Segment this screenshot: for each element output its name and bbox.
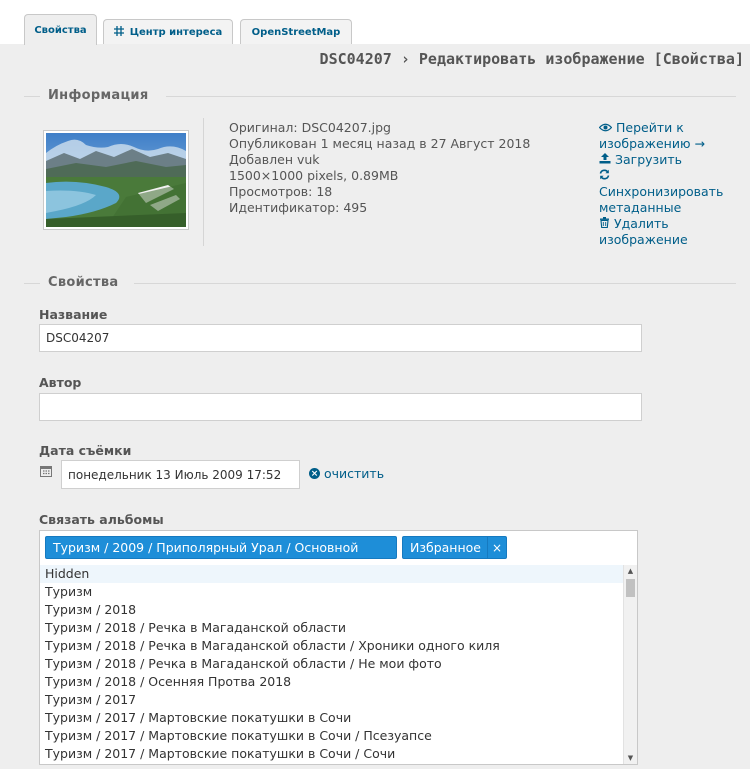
selected-album-chip[interactable]: Туризм / 2009 / Приполярный Урал / Основ…	[45, 536, 397, 559]
album-option[interactable]: Туризм / 2017 / Мартовские покатушки в С…	[40, 727, 623, 745]
scroll-down-icon[interactable]: ▼	[624, 752, 637, 764]
info-added-by: Добавлен vuk	[229, 152, 320, 167]
view-image-link[interactable]: Перейти к изображению →	[598, 120, 739, 152]
album-option[interactable]: Туризм / 2017 / Мартовские покатушки в С…	[40, 745, 623, 763]
info-id: Идентификатор: 495	[229, 200, 368, 215]
info-original: Оригинал: DSC04207.jpg	[229, 120, 391, 135]
selected-album-label: Туризм / 2009 / Приполярный Урал / Основ…	[53, 540, 359, 555]
albums-multiselect[interactable]: Туризм / 2009 / Приполярный Урал / Основ…	[39, 530, 638, 765]
props-legend: Свойства	[48, 275, 119, 290]
image-info: Оригинал: DSC04207.jpg Опубликован 1 мес…	[229, 120, 530, 216]
close-circle-icon: ×	[309, 468, 320, 479]
upload-label: Загрузить	[614, 152, 682, 167]
upload-link[interactable]: Загрузить	[599, 152, 739, 168]
tab-openstreetmap[interactable]: OpenStreetMap	[240, 19, 352, 44]
author-label: Автор	[39, 375, 82, 390]
page: Свойства Центр интереса OpenStreetMap DS…	[0, 0, 750, 769]
info-divider	[203, 118, 204, 246]
tab-label: OpenStreetMap	[251, 26, 341, 38]
delete-label-2: изображение	[599, 232, 688, 247]
tab-label: Свойства	[34, 24, 87, 36]
props-rule-left	[24, 283, 40, 284]
upload-icon	[599, 152, 615, 167]
info-dimensions: 1500×1000 pixels, 0.89MB	[229, 168, 399, 183]
album-option[interactable]: Туризм	[40, 583, 623, 601]
tab-bar: Свойства Центр интереса OpenStreetMap	[0, 0, 750, 45]
crosshair-icon	[113, 25, 124, 39]
info-legend: Информация	[48, 88, 149, 103]
refresh-icon	[599, 168, 610, 183]
info-rule-left	[24, 96, 40, 97]
sync-metadata-link[interactable]: Синхронизировать метаданные	[599, 168, 739, 216]
scroll-up-icon[interactable]: ▲	[624, 565, 637, 577]
album-list-scrollbar[interactable]: ▲ ▼	[623, 565, 637, 764]
sync-label-2: метаданные	[599, 200, 682, 215]
album-option[interactable]: Туризм / 2017	[40, 691, 623, 709]
image-actions: Перейти к изображению → Загрузить Синхро…	[598, 120, 739, 248]
image-thumbnail[interactable]	[43, 130, 189, 230]
eye-icon	[598, 120, 616, 135]
info-published: Опубликован 1 месяц назад в 27 Август 20…	[229, 136, 531, 151]
delete-label-1: Удалить	[613, 216, 669, 231]
album-options-list: Hidden Туризм Туризм / 2018 Туризм / 201…	[40, 565, 623, 764]
props-rule-right	[134, 283, 736, 284]
selected-album-chip[interactable]: Избранное ×	[402, 536, 507, 559]
album-option[interactable]: Туризм / 2018	[40, 601, 623, 619]
album-option[interactable]: Туризм / 2018 / Речка в Магаданской обла…	[40, 655, 623, 673]
clear-date-label: очистить	[324, 466, 385, 481]
page-title: DSC04207 › Редактировать изображение [Св…	[319, 50, 744, 68]
album-option[interactable]: Hidden	[40, 565, 623, 583]
name-label: Название	[39, 307, 108, 322]
albums-label: Связать альбомы	[39, 512, 164, 527]
view-image-label-1: Перейти к	[615, 120, 684, 135]
selected-album-label: Избранное	[410, 540, 481, 555]
album-option[interactable]: Туризм / 2017 / Мартовские покатушки в С…	[40, 709, 623, 727]
album-option[interactable]: Туризм / 2018 / Речка в Магаданской обла…	[40, 637, 623, 655]
calendar-icon[interactable]	[40, 465, 52, 480]
scrollbar-thumb[interactable]	[626, 579, 635, 597]
author-field[interactable]	[39, 393, 642, 421]
tab-properties[interactable]: Свойства	[24, 14, 97, 45]
info-rule-right	[166, 96, 736, 97]
view-image-label-2: изображению →	[599, 136, 705, 151]
sync-label-1: Синхронизировать	[599, 184, 724, 199]
album-option[interactable]: Туризм / 2018 / Речка в Магаданской обла…	[40, 619, 623, 637]
selected-albums: Туризм / 2009 / Приполярный Урал / Основ…	[40, 531, 637, 565]
tab-center-of-interest[interactable]: Центр интереса	[103, 19, 233, 44]
name-field[interactable]: DSC04207	[39, 324, 642, 352]
info-views: Просмотров: 18	[229, 184, 333, 199]
remove-album-icon[interactable]: ×	[487, 537, 506, 558]
date-label: Дата съёмки	[39, 443, 132, 458]
tab-label: Центр интереса	[129, 26, 223, 38]
date-field[interactable]: понедельник 13 Июль 2009 17:52	[61, 460, 300, 489]
clear-date-button[interactable]: × очистить	[309, 466, 384, 481]
trash-icon	[599, 216, 614, 231]
landscape-thumbnail-image	[46, 133, 186, 227]
delete-image-link[interactable]: Удалить изображение	[599, 216, 739, 248]
album-option[interactable]: Туризм / 2018 / Осенняя Протва 2018	[40, 673, 623, 691]
